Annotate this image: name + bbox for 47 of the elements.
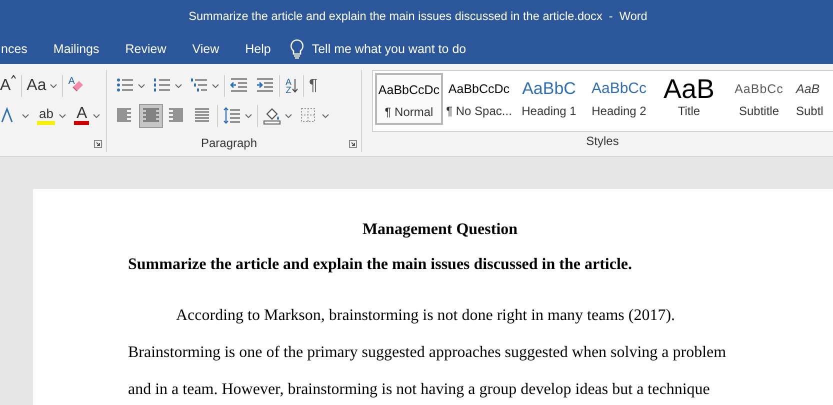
align-center-button[interactable] [139,104,163,128]
show-marks-button[interactable]: ¶ [306,74,321,98]
ribbon-tab[interactable]: Review [112,34,180,64]
question-text: Summarize the article and explain the main issues discussed in the article. [128,256,633,274]
ribbon-tab[interactable]: Mailings [40,34,112,64]
down-arrow-icon [292,79,298,93]
window-title: Summarize the article and explain the main issues discussed in the article.docx - Word [188,8,648,25]
style-option[interactable]: AaBbCcDc ¶ No Spac... [445,73,513,125]
ribbon-tab[interactable]: nces [0,34,40,64]
dialog-launcher-button[interactable] [94,140,102,148]
caret-icon [322,114,329,118]
borders-icon [300,107,318,125]
caret-icon [175,84,182,88]
style-option[interactable]: AaBbC Heading 1 [515,73,583,125]
launcher-icon [94,140,102,148]
style-option[interactable]: AaB Title [655,73,723,125]
style-option[interactable]: AaBbCc Heading 2 [585,73,653,125]
caret-icon [138,84,145,88]
grow-font-button[interactable]: A [0,74,19,98]
ribbon-tab[interactable]: Help [232,34,284,64]
launcher-icon [349,140,357,148]
clear-formatting-button[interactable]: A [65,74,88,98]
caret-icon [59,114,66,118]
lightbulb-icon [290,39,304,59]
tell-me-field[interactable]: Tell me what you want to do [312,42,466,56]
paint-bucket-icon [263,107,281,125]
change-case-button[interactable]: Aa [24,74,60,98]
style-option[interactable]: AaBbCc Subtitle [725,73,793,125]
caret-icon [22,114,29,118]
caret-icon [212,84,219,88]
caret-icon [93,114,100,118]
caret-icon [245,114,252,118]
font-color-button[interactable]: A [71,104,104,128]
highlight-button[interactable]: ab [34,104,70,128]
body-paragraph: According to Markson, brainstorming is not done right in many teams (2017). Brainstorming is one of the primary suggested approaches suggested when solving a problem and in a team. However, brainstorming is not having a group develop ideas but a technique [128,306,728,400]
document-heading: Management Question [361,221,519,239]
style-option[interactable]: AaB Subtl [795,73,826,125]
sort-button[interactable]: A Z [282,74,301,98]
style-option[interactable]: AaBbCcDc ¶ Normal [375,73,443,125]
dialog-launcher-button[interactable] [349,140,357,148]
caret-icon [50,84,58,88]
line-spacing-icon [223,107,241,125]
group-label: Paragraph [200,135,258,152]
caret-icon [285,114,292,118]
group-label: Styles [585,133,620,150]
ribbon-tab[interactable]: View [179,34,232,64]
raise-icon [10,75,16,79]
